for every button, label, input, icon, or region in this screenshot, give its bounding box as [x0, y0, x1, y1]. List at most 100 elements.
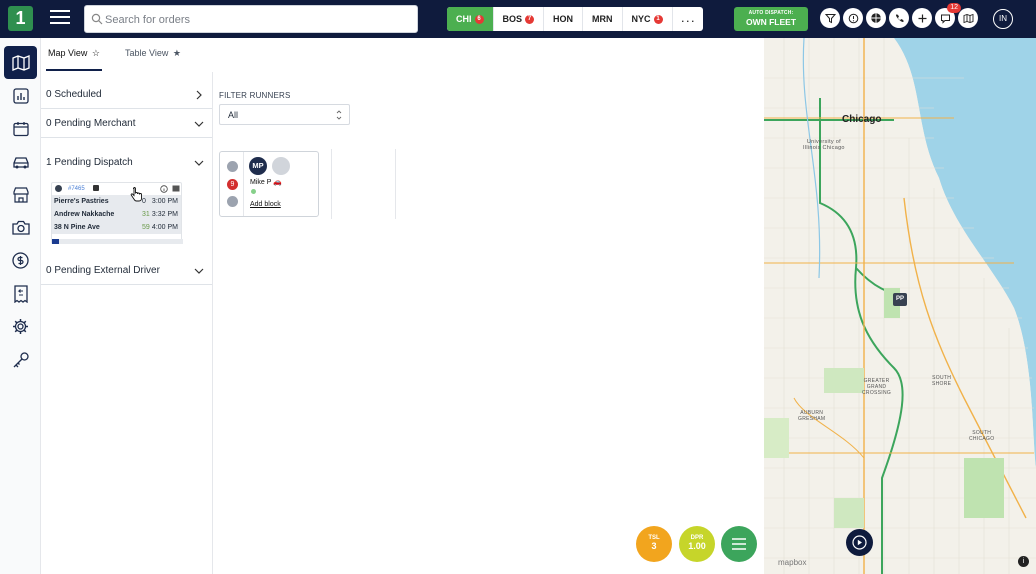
- queue-label: 0 Pending External Driver: [46, 265, 160, 276]
- status-dot-icon: [55, 185, 62, 192]
- pause-icon[interactable]: [227, 196, 238, 207]
- auto-dispatch-mode: OWN FLEET: [745, 17, 797, 27]
- queue-label: 1 Pending Dispatch: [46, 157, 133, 168]
- menu-fab-button[interactable]: [721, 526, 757, 562]
- auto-dispatch-label: AUTO DISPATCH:: [748, 10, 794, 16]
- nav-photos[interactable]: [0, 211, 41, 244]
- filter-runners-select[interactable]: All: [219, 104, 350, 125]
- column-divider: [395, 149, 396, 219]
- map-icon: [11, 54, 30, 71]
- chat-icon[interactable]: 12: [935, 3, 961, 28]
- list-icon: [732, 538, 746, 550]
- dpr-stat[interactable]: DPR 1.00: [679, 526, 715, 562]
- city-count-badge: 6: [474, 14, 484, 24]
- store-icon: [12, 186, 29, 203]
- city-tab-hon[interactable]: HON: [544, 7, 584, 31]
- order-stops: Pierre's Pastries 0 3:00 PM Andrew Nakkach…: [52, 195, 181, 234]
- runner-card[interactable]: 9 MP Mike P 🚗 Add block: [219, 151, 319, 217]
- city-tab-mrn[interactable]: MRN: [583, 7, 623, 31]
- star-outline-icon[interactable]: ☆: [92, 48, 100, 58]
- nav-settings[interactable]: [0, 310, 41, 343]
- search-input[interactable]: [105, 10, 405, 30]
- stop-minutes: 31: [142, 211, 150, 218]
- nav-calendar[interactable]: [0, 112, 41, 145]
- runner-avatar: MP: [249, 157, 267, 175]
- city-label: NYC: [631, 14, 651, 24]
- queue-label: 0 Scheduled: [46, 89, 102, 100]
- city-tab-chi[interactable]: CHI 6: [447, 7, 494, 31]
- map-view[interactable]: Chicago University of Illinois Chicago G…: [764, 38, 1036, 574]
- order-id[interactable]: #7465: [68, 186, 85, 192]
- tab-label: Map View: [48, 48, 88, 58]
- tab-map-view[interactable]: Map View ☆: [48, 48, 100, 59]
- city-count-badge: 7: [525, 14, 535, 24]
- city-tab-nyc[interactable]: NYC 1: [623, 7, 673, 31]
- nav-merchants[interactable]: [0, 178, 41, 211]
- phone-icon[interactable]: [889, 8, 909, 28]
- map-info-icon[interactable]: i: [1018, 556, 1029, 567]
- nav-keys[interactable]: [0, 343, 41, 376]
- queue-pending-external[interactable]: 0 Pending External Driver: [41, 256, 212, 285]
- more-label: . . .: [681, 14, 695, 24]
- merchant-map-marker[interactable]: PP: [893, 293, 907, 306]
- nav-analytics[interactable]: [0, 79, 41, 112]
- map-attribution: mapbox: [778, 558, 807, 567]
- filter-icon[interactable]: [820, 8, 840, 28]
- add-block-link[interactable]: Add block: [250, 201, 281, 208]
- order-stop: Pierre's Pastries 0 3:00 PM: [52, 195, 181, 208]
- nav-payments[interactable]: [0, 244, 41, 277]
- map-fold-icon[interactable]: [958, 8, 978, 28]
- order-card[interactable]: #7465 Pierre's Pastries 0 3:00 PM Andrew N…: [51, 182, 183, 244]
- card-icon[interactable]: [172, 185, 180, 192]
- city-count-badge: 1: [653, 14, 663, 24]
- playback-button[interactable]: [846, 529, 873, 556]
- hand-cursor-icon: [130, 187, 142, 202]
- stop-name: Pierre's Pastries: [54, 198, 109, 205]
- nav-returns[interactable]: [0, 277, 41, 310]
- calendar-icon: [12, 121, 29, 136]
- runner-status-column: 9: [220, 152, 244, 216]
- user-avatar[interactable]: IN: [993, 9, 1013, 29]
- car-icon: 🚗: [273, 179, 282, 186]
- star-filled-icon[interactable]: ★: [173, 48, 181, 58]
- city-label: HON: [553, 14, 574, 24]
- camera-icon: [11, 220, 30, 235]
- nav-fleet[interactable]: [0, 145, 41, 178]
- add-icon[interactable]: [912, 8, 932, 28]
- globe-icon[interactable]: [866, 8, 886, 28]
- order-stop: Andrew Nakkache 31 3:32 PM: [52, 208, 181, 221]
- more-cities-button[interactable]: . . .: [673, 7, 704, 31]
- order-progress-fill: [52, 239, 59, 244]
- queue-label: 0 Pending Merchant: [46, 118, 136, 129]
- city-label: CHI: [456, 14, 472, 24]
- side-nav: [0, 38, 41, 574]
- stop-name: 38 N Pine Ave: [54, 224, 100, 231]
- city-tab-bos[interactable]: BOS 7: [494, 7, 545, 31]
- search-box[interactable]: [84, 5, 418, 33]
- info-icon[interactable]: [160, 185, 168, 193]
- alert-icon[interactable]: [843, 8, 863, 28]
- order-stop: 38 N Pine Ave 59 4:00 PM: [52, 221, 181, 234]
- column-divider: [331, 149, 332, 219]
- order-card-header: #7465: [52, 183, 181, 195]
- map-city-label: Chicago: [842, 114, 882, 125]
- queue-scheduled[interactable]: 0 Scheduled: [41, 80, 212, 109]
- queue-pending-dispatch[interactable]: 1 Pending Dispatch: [41, 148, 212, 177]
- runner-secondary-avatar: [272, 157, 290, 175]
- stop-time: 3:32 PM: [151, 211, 178, 218]
- chevron-down-icon: [194, 160, 204, 166]
- chevron-right-icon: [196, 90, 202, 100]
- stop-name: Andrew Nakkache: [54, 211, 115, 218]
- nav-map[interactable]: [4, 46, 37, 79]
- tab-table-view[interactable]: Table View ★: [125, 48, 181, 59]
- menu-icon[interactable]: [50, 10, 70, 26]
- city-label: BOS: [502, 14, 523, 24]
- queue-pending-merchant[interactable]: 0 Pending Merchant: [41, 109, 212, 138]
- panel-divider: [212, 72, 213, 574]
- order-progress-bar: [52, 239, 183, 244]
- key-icon: [13, 351, 29, 367]
- car-icon: [12, 156, 29, 168]
- tsl-stat[interactable]: TSL 3: [636, 526, 672, 562]
- auto-dispatch-button[interactable]: AUTO DISPATCH: OWN FLEET: [734, 7, 808, 31]
- app-logo[interactable]: 1: [8, 6, 33, 31]
